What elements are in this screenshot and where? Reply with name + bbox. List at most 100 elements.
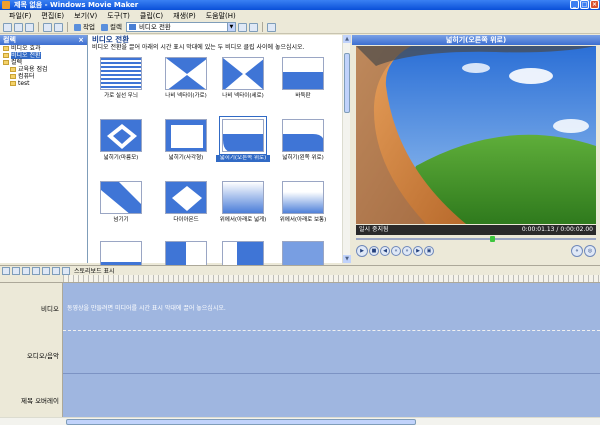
monitor-title: 넓히기(오른쪽 위로) (352, 35, 600, 45)
tree-item-label: 비디오 효과 (11, 45, 41, 52)
title-track-label: 제목 오버레이 (21, 397, 59, 405)
menu-bar: 파일(F) 편집(E) 보기(V) 도구(T) 클립(C) 재생(P) 도움말(… (0, 10, 600, 21)
menu-help[interactable]: 도움말(H) (201, 11, 241, 21)
playback-controls: ▶ ■ ◀ « » ▶ ▣ ⋄ ◎ (356, 244, 596, 258)
maximize-button[interactable]: □ (580, 0, 589, 9)
close-button[interactable]: × (590, 0, 599, 9)
transition-tile[interactable]: 가로 실선 무늬 (94, 57, 148, 100)
collection-tree-item[interactable]: 비디오 효과 (0, 45, 87, 52)
time-ruler[interactable] (0, 275, 600, 283)
take-picture-icon[interactable]: ◎ (584, 245, 596, 257)
audio-track[interactable] (63, 331, 600, 374)
fullscreen-icon[interactable]: ▣ (424, 246, 434, 256)
transition-tile[interactable]: 나비 넥타이(세로) (216, 57, 270, 100)
tree-item-label: 비디오 전환 (11, 52, 41, 59)
gallery-description: 비디오 전환을 끌어 아래의 시간 표시 막대에 있는 두 비디오 클립 사이에… (92, 44, 305, 51)
menu-play[interactable]: 재생(P) (168, 11, 201, 21)
play-icon[interactable]: ▶ (356, 245, 368, 257)
track-labels: 비디오 오디오/음악 제목 오버레이 (0, 283, 63, 417)
timeline-tracks: 동영상을 만들려면 미디어를 시간 표시 막대에 끌어 놓으십시오. (63, 283, 600, 417)
menu-clip[interactable]: 클립(C) (135, 11, 168, 21)
open-project-icon[interactable] (14, 22, 23, 32)
collections-button[interactable]: 컬렉 (99, 22, 124, 32)
transition-tile[interactable]: 넓히기(왼쪽 위로) (276, 119, 330, 162)
transition-tile[interactable]: 나비 넥타이(가로) (159, 57, 213, 100)
collection-combo[interactable]: 비디오 전환 ▼ (125, 22, 236, 32)
up-folder-icon[interactable] (237, 22, 247, 32)
tasks-button[interactable]: 작업 (72, 22, 97, 32)
collection-tree-item[interactable]: 컬렉 (0, 59, 87, 66)
transition-thumbnail (100, 119, 142, 152)
collection-icon (128, 24, 136, 30)
collection-tree-item[interactable]: 비디오 전환 (0, 52, 87, 59)
timeline-scrollbar[interactable] (0, 417, 600, 425)
transition-tile[interactable]: 다이아몬드 (159, 181, 213, 224)
zoom-in-icon[interactable] (22, 266, 30, 275)
play-timeline-icon[interactable] (52, 266, 60, 275)
new-folder-icon[interactable] (248, 22, 258, 32)
transition-label: 넓히기(마름모) (103, 155, 139, 161)
transition-tile[interactable]: 넓히기(사각형) (159, 119, 213, 162)
collection-tree-item[interactable]: 교육용 점검 (0, 66, 87, 73)
collection-tree-item[interactable]: test (0, 80, 87, 87)
close-pane-icon[interactable]: × (77, 36, 85, 44)
narrate-icon[interactable] (12, 266, 20, 275)
storyboard-icon[interactable] (62, 266, 70, 275)
rewind-icon[interactable]: « (391, 246, 401, 256)
transition-tile[interactable]: 위에서(아래로 넓게) (216, 181, 270, 224)
transition-label: 넓히기(왼쪽 위로) (282, 155, 324, 161)
menu-edit[interactable]: 편집(E) (36, 11, 69, 21)
transition-tile[interactable]: 위에서(아래로 보통) (276, 181, 330, 224)
seek-bar[interactable] (356, 236, 596, 242)
stop-icon[interactable]: ■ (369, 246, 379, 256)
gallery-title: 비디오 전환 (92, 35, 130, 44)
scroll-thumb[interactable] (344, 53, 350, 113)
tasks-icon (74, 23, 81, 31)
seek-knob[interactable] (490, 236, 495, 242)
video-track-label[interactable]: 비디오 (0, 303, 63, 313)
collections-pane: 컬렉 × 비디오 효과 비디오 전환 컬렉 교육용 점검 컴퓨터 test (0, 35, 88, 263)
rewind-timeline-icon[interactable] (42, 266, 50, 275)
transition-tile[interactable]: 넓히기(오른쪽 위로) (216, 116, 270, 162)
views-icon[interactable] (266, 22, 276, 32)
transition-label: 위에서(아래로 넓게) (219, 217, 267, 223)
main-toolbar: 작업 컬렉 비디오 전환 ▼ (0, 21, 600, 34)
tree-item-label: 컬렉 (11, 59, 23, 66)
video-track[interactable]: 동영상을 만들려면 미디어를 시간 표시 막대에 끌어 놓으십시오. (63, 283, 600, 331)
monitor-status-bar: 일시 중지됨 0:00:01.13 / 0:00:02.00 (356, 225, 596, 235)
menu-file[interactable]: 파일(F) (4, 11, 36, 21)
previous-frame-icon[interactable]: ◀ (380, 246, 390, 256)
forward-icon[interactable]: » (402, 246, 412, 256)
new-project-icon[interactable] (3, 22, 12, 32)
collection-tree-item[interactable]: 컴퓨터 (0, 73, 87, 80)
transition-label: 가로 실선 무늬 (104, 93, 138, 99)
transition-thumbnail (222, 181, 264, 214)
transition-tile[interactable]: 넘기기 (94, 181, 148, 224)
undo-icon[interactable] (43, 22, 52, 32)
zoom-out-icon[interactable] (32, 266, 40, 275)
minimize-button[interactable]: _ (570, 0, 579, 9)
timeline-scroll-thumb[interactable] (66, 419, 416, 425)
menu-view[interactable]: 보기(V) (69, 11, 102, 21)
next-frame-icon[interactable]: ▶ (413, 246, 423, 256)
tree-item-label: 컴퓨터 (18, 73, 35, 80)
scroll-up-icon[interactable]: ▲ (343, 35, 351, 43)
redo-icon[interactable] (54, 22, 63, 32)
transition-tile[interactable]: 넓히기(마름모) (94, 119, 148, 162)
timeline-options-icon[interactable] (2, 266, 10, 275)
title-overlay-track[interactable] (63, 374, 600, 417)
folder-icon (10, 67, 16, 72)
save-project-icon[interactable] (25, 22, 34, 32)
transition-thumbnail (219, 116, 267, 155)
folder-icon (10, 81, 16, 86)
scroll-down-icon[interactable]: ▼ (343, 255, 351, 263)
preview-monitor: 넓히기(오른쪽 위로) 일시 중지됨 0:00:01.13 / 0:00:02.… (352, 35, 600, 263)
transition-thumbnail (100, 57, 142, 90)
playback-status: 일시 중지됨 (359, 226, 389, 233)
storyboard-toggle[interactable]: 스토리보드 표시 (72, 266, 115, 275)
chevron-down-icon[interactable]: ▼ (226, 23, 235, 31)
transition-tile[interactable]: 바둑판 (276, 57, 330, 100)
gallery-scrollbar[interactable]: ▲ ▼ (342, 35, 351, 263)
split-clip-icon[interactable]: ⋄ (571, 245, 583, 257)
menu-tools[interactable]: 도구(T) (102, 11, 135, 21)
